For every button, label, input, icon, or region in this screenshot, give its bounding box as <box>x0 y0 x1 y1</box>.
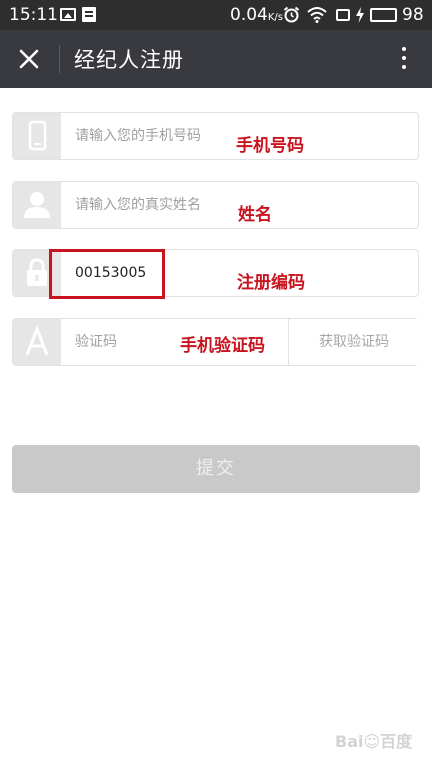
screen-icon <box>336 9 350 21</box>
user-icon <box>24 192 50 218</box>
name-annotation: 姓名 <box>238 205 272 225</box>
reg-code-annotation: 注册编码 <box>237 273 305 293</box>
phone-icon <box>28 120 47 151</box>
watermark-logo: Bai☺百度 <box>335 732 413 751</box>
status-bar: 15:11 0.04K/s 98 <box>0 0 432 30</box>
document-notification-icon <box>82 7 96 22</box>
more-vertical-icon[interactable] <box>392 42 416 76</box>
letter-a-icon <box>25 324 49 356</box>
sms-code-annotation: 手机验证码 <box>180 336 265 356</box>
charging-icon <box>356 7 364 23</box>
network-speed: 0.04K/s <box>230 5 283 25</box>
title-divider <box>59 45 60 73</box>
wifi-icon <box>307 7 327 23</box>
status-time: 15:11 <box>9 5 58 25</box>
highlight-box <box>49 249 165 299</box>
gallery-notification-icon <box>60 8 76 21</box>
battery-level: 98 <box>402 5 424 25</box>
sms-code-row: 手机验证码 获取验证码 <box>12 318 419 366</box>
letter-a-icon-cell <box>13 319 61 365</box>
title-bar: 经纪人注册 <box>0 30 432 88</box>
get-code-button[interactable]: 获取验证码 <box>288 319 419 365</box>
phone-row: 手机号码 <box>12 112 419 160</box>
alarm-icon <box>283 6 300 23</box>
network-speed-unit: K/s <box>267 12 283 23</box>
name-row: 姓名 <box>12 181 419 229</box>
phone-icon-cell <box>13 113 61 159</box>
network-speed-value: 0.04 <box>230 5 268 25</box>
user-icon-cell <box>13 182 61 228</box>
close-icon[interactable] <box>10 40 48 78</box>
submit-button[interactable]: 提交 <box>12 445 420 493</box>
page-title: 经纪人注册 <box>74 48 184 72</box>
sms-code-input[interactable] <box>75 319 175 365</box>
battery-icon <box>370 8 397 22</box>
phone-annotation: 手机号码 <box>236 136 304 156</box>
